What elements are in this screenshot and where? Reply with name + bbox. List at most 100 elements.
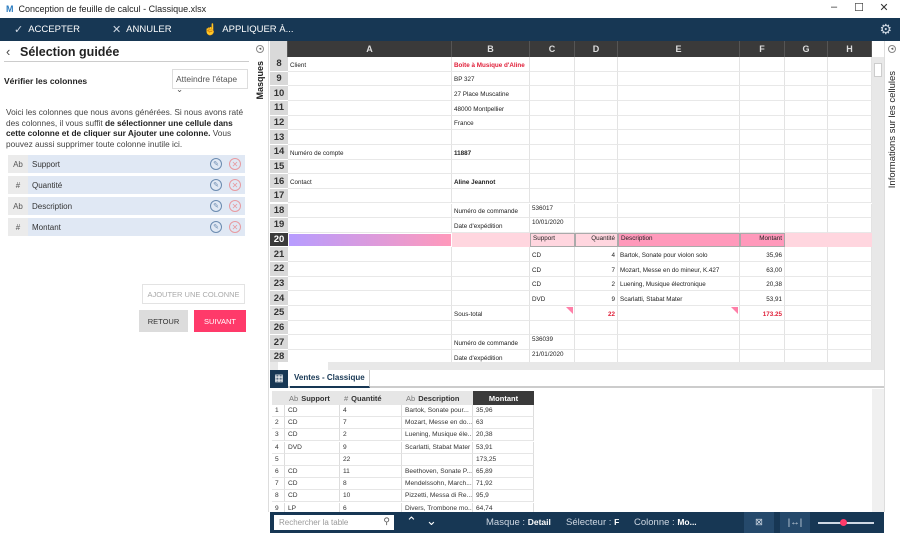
row-header-20[interactable]: 20 (270, 232, 288, 248)
table-cell[interactable]: 8 (340, 478, 402, 491)
cell-f17[interactable] (740, 188, 785, 204)
cell-d9[interactable] (575, 71, 618, 87)
cell-e28[interactable] (618, 350, 740, 362)
table-cell[interactable]: 6 (340, 502, 402, 512)
cell-g20[interactable] (785, 232, 828, 248)
cell-a20[interactable] (288, 232, 452, 248)
row-header-12[interactable]: 12 (270, 115, 288, 131)
cell-f28[interactable] (740, 350, 785, 362)
cell-d18[interactable] (575, 203, 618, 219)
cell-b13[interactable] (452, 130, 530, 145)
cell-d24[interactable]: 9 (575, 291, 618, 307)
column-item[interactable]: # Quantité ✎ ✕ (8, 176, 245, 194)
scroll-thumb[interactable] (278, 362, 328, 370)
cell-b16[interactable]: Aline Jeannot (452, 174, 530, 189)
cell-h15[interactable] (828, 159, 872, 175)
row-header-26[interactable]: 26 (270, 320, 288, 336)
cell-c20[interactable]: Support (530, 232, 575, 248)
table-cell[interactable]: 22 (340, 453, 402, 466)
edit-icon[interactable]: ✎ (210, 200, 222, 212)
cell-g8[interactable] (785, 57, 828, 72)
cell-b12[interactable]: France (452, 115, 530, 131)
cell-f10[interactable] (740, 86, 785, 101)
edit-icon[interactable]: ✎ (210, 179, 222, 191)
cell-a16[interactable]: Contact (288, 174, 452, 189)
cell-g14[interactable] (785, 144, 828, 160)
cell-c22[interactable]: CD (530, 262, 575, 277)
remove-icon[interactable]: ✕ (229, 179, 241, 191)
table-cell[interactable]: LP (285, 502, 340, 512)
table-cell[interactable]: Divers, Trombone mo... (402, 502, 473, 512)
select-all-corner[interactable] (270, 41, 288, 57)
row-header-27[interactable]: 27 (270, 335, 288, 350)
table-cell[interactable]: Mozart, Messe en do... (402, 417, 473, 430)
cell-h9[interactable] (828, 71, 872, 87)
cell-e19[interactable] (618, 218, 740, 233)
masks-side-tab[interactable]: ◂ Masques (253, 41, 269, 512)
cell-f24[interactable]: 53,91 (740, 291, 785, 307)
cell-f8[interactable] (740, 57, 785, 72)
back-chevron-icon[interactable]: ‹ (6, 44, 10, 59)
cell-g26[interactable] (785, 320, 828, 336)
cell-a8[interactable]: Client (288, 57, 452, 72)
table-scrollbar[interactable] (872, 389, 884, 512)
edit-icon[interactable]: ✎ (210, 158, 222, 170)
cell-g17[interactable] (785, 188, 828, 204)
cell-f19[interactable] (740, 218, 785, 233)
cell-c23[interactable]: CD (530, 276, 575, 292)
column-header-b[interactable]: B (452, 41, 530, 57)
cell-g10[interactable] (785, 86, 828, 101)
column-item[interactable]: Ab Description ✎ ✕ (8, 197, 245, 215)
cell-f15[interactable] (740, 159, 785, 175)
table-cell[interactable]: 53,91 (473, 441, 534, 454)
row-header-14[interactable]: 14 (270, 144, 288, 160)
cell-h27[interactable] (828, 335, 872, 350)
cell-f18[interactable] (740, 203, 785, 219)
table-cell[interactable]: 71,92 (473, 478, 534, 491)
cell-d12[interactable] (575, 115, 618, 131)
cell-b28[interactable]: Date d'expédition (452, 350, 530, 362)
table-cell[interactable]: 63 (473, 417, 534, 430)
cell-h18[interactable] (828, 203, 872, 219)
cell-f14[interactable] (740, 144, 785, 160)
cell-f23[interactable]: 20,38 (740, 276, 785, 292)
cell-e9[interactable] (618, 71, 740, 87)
row-header-9[interactable]: 9 (270, 71, 288, 87)
cell-f26[interactable] (740, 320, 785, 336)
cell-h11[interactable] (828, 100, 872, 116)
cell-g25[interactable] (785, 306, 828, 321)
add-column-button[interactable]: AJOUTER UNE COLONNE (142, 284, 245, 304)
cell-info-side-tab[interactable]: ◂ Informations sur les cellules (884, 41, 900, 512)
cell-e12[interactable] (618, 115, 740, 131)
table-cell[interactable]: Mendelssohn, March... (402, 478, 473, 491)
remove-icon[interactable]: ✕ (229, 200, 241, 212)
cell-e24[interactable]: Scarlatti, Stabat Mater (618, 291, 740, 307)
cell-c8[interactable] (530, 57, 575, 72)
cell-g28[interactable] (785, 350, 828, 362)
table-cell[interactable]: Luening, Musique éle... (402, 429, 473, 442)
cell-a21[interactable] (288, 247, 452, 263)
cell-a17[interactable] (288, 188, 452, 204)
cell-d21[interactable]: 4 (575, 247, 618, 263)
cell-a11[interactable] (288, 100, 452, 116)
cell-c28[interactable]: 21/01/2020 (530, 350, 575, 362)
cell-a24[interactable] (288, 291, 452, 307)
previous-arrow-icon[interactable]: ⌃ (406, 514, 417, 530)
cell-c19[interactable]: 10/01/2020 (530, 218, 575, 233)
table-cell[interactable]: 10 (340, 490, 402, 503)
table-cell[interactable]: Pizzetti, Messa di Re... (402, 490, 473, 503)
cell-a13[interactable] (288, 130, 452, 145)
table-header-montant[interactable]: Montant (473, 391, 534, 405)
cell-g23[interactable] (785, 276, 828, 292)
cell-e27[interactable] (618, 335, 740, 350)
cell-h28[interactable] (828, 350, 872, 362)
cell-e23[interactable]: Luening, Musique électronique (618, 276, 740, 292)
sheet-tab-ventes[interactable]: Ventes - Classique (290, 370, 370, 388)
row-header-24[interactable]: 24 (270, 291, 288, 307)
cell-g24[interactable] (785, 291, 828, 307)
cell-c11[interactable] (530, 100, 575, 116)
cell-e8[interactable] (618, 57, 740, 72)
row-header-28[interactable]: 28 (270, 350, 288, 362)
table-cell[interactable]: 65,89 (473, 466, 534, 478)
cell-a19[interactable] (288, 218, 452, 233)
